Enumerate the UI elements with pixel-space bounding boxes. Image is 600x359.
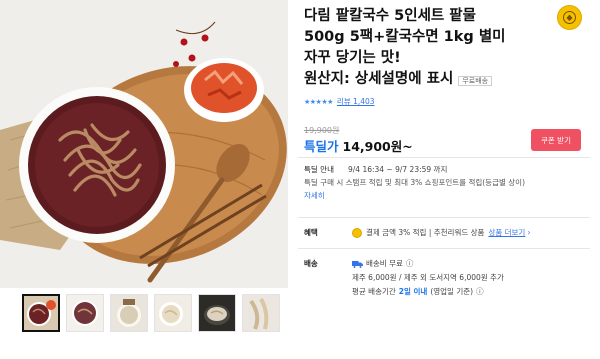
benefit-text: 결제 금액 3% 적립 | 추천리워드 상품 [366,228,485,237]
product-title-line: 500g 5팩+칼국수면 1kg 별미 [304,29,506,45]
star-rating-icon: ★★★★★ [304,97,333,106]
deal-guide-section: 특딜 안내 9/4 16:34 ~ 9/7 23:59 까지 특딜 구매 시 스… [304,163,590,202]
divider [298,157,590,158]
avg-shipping-days: 2일 이내 [398,287,428,296]
avg-shipping-note: (영업일 기준) [430,287,474,296]
product-title-line: 다림 팥칼국수 5인세트 팥물 [304,8,476,24]
product-title-line: 원산지: 상세설명에 표시 [304,71,454,87]
brand-emblem-icon[interactable] [557,5,582,30]
info-icon[interactable]: ⓘ [406,258,414,269]
coupon-button[interactable]: 쿠폰 받기 [531,129,581,151]
divider [298,217,590,218]
benefit-label: 혜택 [304,228,318,237]
thumbnail-gallery [22,294,280,332]
coin-icon [352,227,362,238]
rating-row: ★★★★★ 리뷰 1,403 [304,96,375,107]
thumbnail-item[interactable] [242,294,280,332]
shipping-extra: 제주 6,000원 / 제주 외 도서지역 6,000원 추가 [352,273,504,282]
chevron-right-icon: › [527,228,531,237]
benefit-row: 혜택 결제 금액 3% 적립 | 추천리워드 상품 상품 더보기 › [304,227,590,238]
thumbnail-item[interactable] [22,294,60,332]
truck-icon [352,260,363,268]
deal-price-label: 특딜가 [304,139,339,154]
more-products-link[interactable]: 상품 더보기 [488,227,525,238]
shipping-details: 배송비 무료 ⓘ 제주 6,000원 / 제주 외 도서지역 6,000원 추가… [352,258,504,297]
shipping-label: 배송 [304,259,318,268]
deal-detail-link[interactable]: 자세히 [304,191,325,200]
shipping-row: 배송 배송비 무료 ⓘ 제주 6,000원 / 제주 외 도서지역 6,000원… [304,258,590,297]
shipping-fee: 배송비 무료 [366,259,403,268]
divider [298,248,590,249]
thumbnail-item[interactable] [66,294,104,332]
free-shipping-badge: 무료배송 [458,76,493,86]
deal-price-row: 특딜가 14,900원~ [304,136,413,155]
deal-guide-description: 특딜 구매 시 스탬프 적립 및 최대 3% 쇼핑포인트를 적립(등급별 상이) [304,178,525,187]
avg-shipping-label: 평균 배송기간 [352,287,396,296]
deal-price: 14,900원~ [342,139,413,154]
product-title-line: 자꾸 당기는 맛! [304,50,401,66]
thumbnail-item[interactable] [110,294,148,332]
info-icon[interactable]: ⓘ [476,286,484,297]
review-count-link[interactable]: 리뷰 1,403 [337,96,375,107]
original-price: 19,900원 [304,126,340,135]
deal-guide-label: 특딜 안내 [304,165,334,174]
deal-period: 9/4 16:34 ~ 9/7 23:59 까지 [347,165,448,174]
product-title: 다림 팥칼국수 5인세트 팥물 500g 5팩+칼국수면 1kg 별미 자꾸 당… [304,6,550,90]
thumbnail-item[interactable] [198,294,236,332]
product-main-image [0,0,288,288]
thumbnail-item[interactable] [154,294,192,332]
origin-row: 원산지: 상세설명에 표시 무료배송 [304,69,550,90]
